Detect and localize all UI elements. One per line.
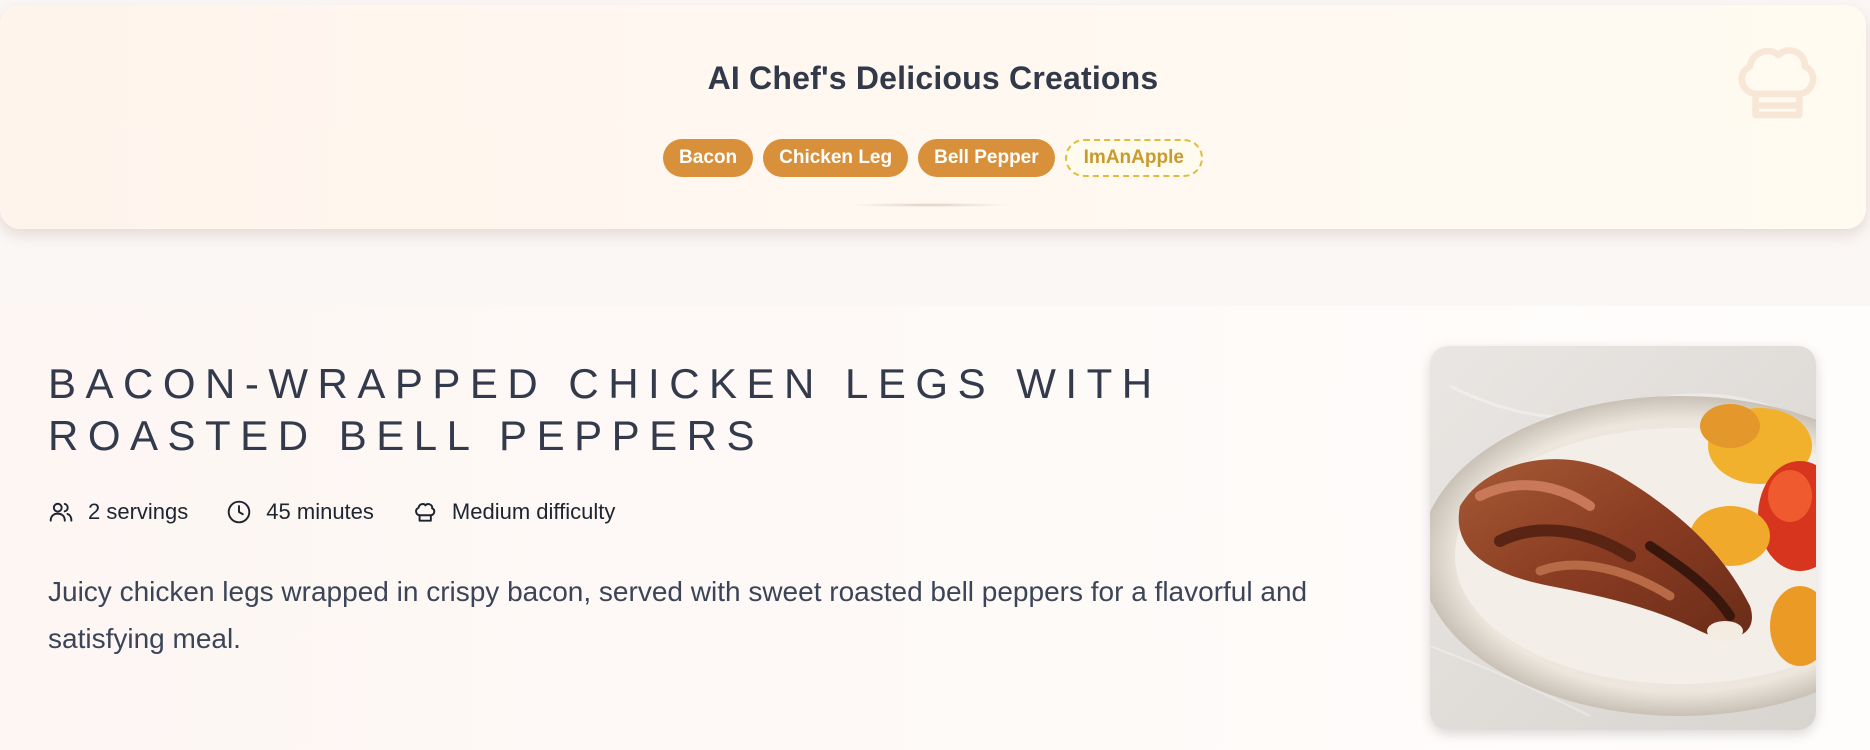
page-title: AI Chef's Delicious Creations: [707, 60, 1159, 96]
tag-imanapple[interactable]: ImAnApple: [1064, 139, 1203, 177]
recipe-title: Bacon-Wrapped Chicken Legs with Roasted …: [48, 360, 1162, 459]
servings-text: 2 servings: [88, 499, 189, 524]
difficulty-text: Medium difficulty: [451, 499, 616, 524]
page-header: AI Chef's Delicious Creations Bacon Chic…: [0, 5, 1866, 229]
clock-icon: [228, 500, 251, 524]
tag-bell-pepper[interactable]: Bell Pepper: [918, 139, 1055, 177]
recipe-description: Juicy chicken legs wrapped in crispy bac…: [48, 576, 1308, 654]
tag-chicken-leg[interactable]: Chicken Leg: [763, 139, 909, 177]
ingredient-tags: Bacon Chicken Leg Bell Pepper ImAnApple: [0, 139, 1866, 177]
recipe-photo: [1430, 346, 1816, 730]
time-text: 45 minutes: [266, 499, 374, 524]
tag-bacon[interactable]: Bacon: [663, 139, 754, 177]
difficulty-info: Medium difficulty: [412, 499, 615, 525]
users-icon: [49, 502, 73, 522]
chef-hat-icon: [1738, 47, 1817, 119]
time-info: 45 minutes: [226, 499, 374, 525]
servings-info: 2 servings: [48, 499, 188, 525]
recipe-card[interactable]: Bacon-Wrapped Chicken Legs with Roasted …: [0, 306, 1870, 750]
recipe-meta: 2 servings 45 minutes Medium difficulty: [48, 499, 615, 525]
header-divider: [850, 203, 1010, 207]
chef-hat-icon: [415, 503, 436, 522]
